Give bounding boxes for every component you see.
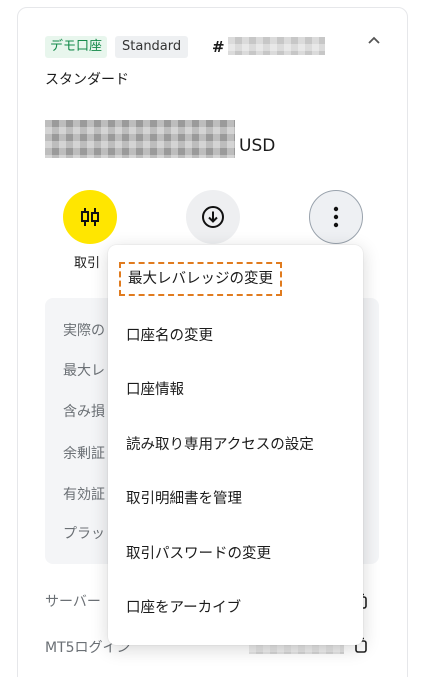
detail-label-max-leverage: 最大レ	[63, 363, 105, 379]
chevron-up-icon[interactable]	[366, 33, 382, 47]
menu-item-account-info[interactable]: 口座情報	[126, 379, 184, 401]
menu-item-manage-statements[interactable]: 取引明細書を管理	[126, 488, 242, 510]
demo-badge: デモ口座	[45, 36, 108, 58]
account-type-badge: Standard	[115, 36, 189, 58]
server-label: サーバー	[45, 594, 101, 610]
trade-button[interactable]	[63, 190, 117, 244]
balance-currency: USD	[239, 136, 276, 156]
more-actions-button[interactable]	[309, 190, 363, 244]
balance-redacted	[45, 120, 235, 158]
detail-label-equity: 有効証	[63, 487, 105, 503]
menu-item-read-only-access[interactable]: 読み取り専用アクセスの設定	[126, 434, 314, 456]
account-name: スタンダード	[45, 72, 129, 88]
candlestick-icon	[81, 208, 99, 226]
arrow-down-circle-icon	[202, 206, 224, 228]
deposit-button[interactable]	[186, 190, 240, 244]
account-actions-menu: 最大レバレッジの変更 口座名の変更 口座情報 読み取り専用アクセスの設定 取引明…	[108, 245, 363, 645]
menu-item-change-max-leverage[interactable]: 最大レバレッジの変更	[119, 262, 282, 296]
menu-item-archive-account[interactable]: 口座をアーカイブ	[126, 597, 241, 619]
menu-item-change-trading-password[interactable]: 取引パスワードの変更	[126, 543, 271, 565]
detail-label-free-margin: 余剰証	[63, 446, 105, 462]
detail-label-unrealized: 含み損	[63, 404, 105, 420]
menu-item-rename-account[interactable]: 口座名の変更	[126, 325, 213, 347]
account-number-prefix: #	[212, 38, 225, 56]
kebab-icon	[333, 206, 339, 228]
detail-label-actual: 実際の	[63, 323, 105, 339]
trade-button-label: 取引	[74, 256, 101, 271]
account-number-redacted	[228, 37, 325, 55]
